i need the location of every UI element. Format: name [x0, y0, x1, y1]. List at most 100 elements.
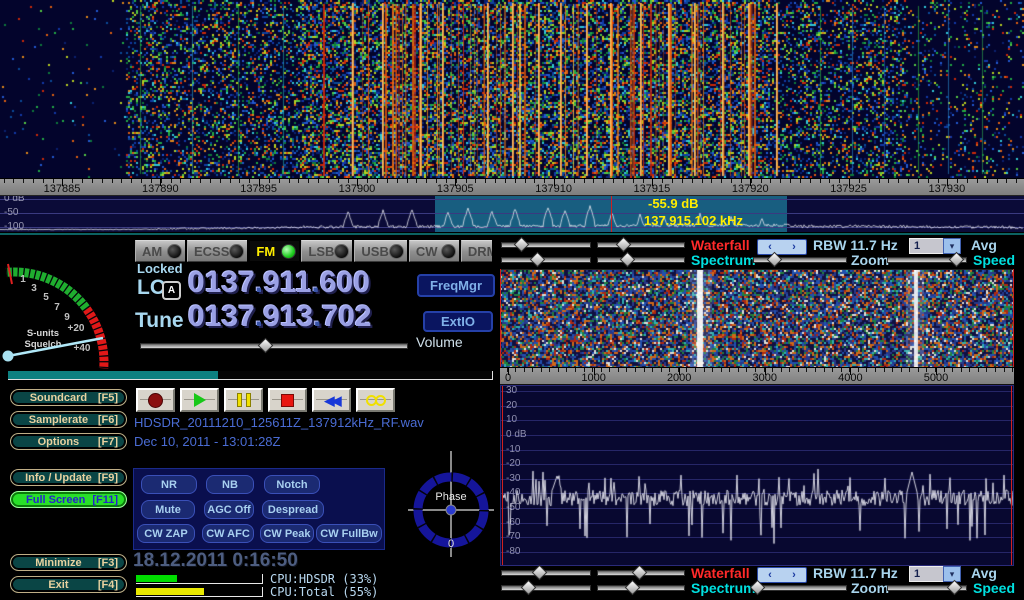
menu-exit-button[interactable]: Exit[F4]: [10, 576, 127, 593]
dsp-mute-button[interactable]: Mute: [141, 500, 195, 519]
spectrum-tab[interactable]: Spectrum: [691, 580, 756, 596]
spectrum-brightness-slider[interactable]: [501, 582, 591, 594]
frequency-ruler[interactable]: 1378851378901378951379001379051379101379…: [0, 178, 1024, 196]
spectrum-contrast-slider-track[interactable]: [597, 585, 685, 591]
zoom-slider-thumb[interactable]: [750, 580, 766, 596]
spectrum-tab[interactable]: Spectrum: [691, 252, 756, 268]
speed-slider-thumb[interactable]: [947, 580, 963, 596]
dsp-notch-button[interactable]: Notch: [264, 475, 320, 494]
tune-cursor[interactable]: [611, 196, 612, 232]
tune-frequency[interactable]: 0137.913.702: [188, 300, 372, 334]
freqmgr-button[interactable]: FreqMgr: [417, 274, 495, 297]
rbw-spinner[interactable]: ‹›: [757, 567, 807, 583]
dsp-nb-button[interactable]: NB: [206, 475, 254, 494]
spectrum-brightness-slider-track[interactable]: [501, 585, 591, 591]
waterfall-tab[interactable]: Waterfall: [691, 565, 750, 581]
mode-lsb-button[interactable]: LSB: [301, 240, 352, 262]
main-spectrum-display[interactable]: 0 dB-50-100 -55.9 dB 137.915.102 kHz: [0, 196, 1024, 232]
mode-usb-button[interactable]: USB: [354, 240, 406, 262]
menu-full-screen-button[interactable]: Full Screen[F11]: [10, 491, 127, 508]
spinner-right-arrow-icon[interactable]: ›: [792, 570, 796, 581]
extio-button[interactable]: ExtIO: [423, 311, 493, 332]
zoom-slider-thumb[interactable]: [767, 252, 783, 268]
waterfall-contrast-slider[interactable]: [597, 239, 685, 251]
mode-am-button[interactable]: AM: [135, 240, 185, 262]
menu-minimize-button[interactable]: Minimize[F3]: [10, 554, 127, 571]
pause-button[interactable]: [224, 388, 263, 412]
dsp-nr-button[interactable]: NR: [141, 475, 197, 494]
progress-fill: [8, 371, 218, 379]
cpu-hdsdr-label: CPU:HDSDR (33%): [270, 572, 378, 586]
spectrum-brightness-slider[interactable]: [501, 254, 591, 266]
menu-button-label: Soundcard: [19, 392, 98, 404]
menu-info-update-button[interactable]: Info / Update[F9]: [10, 469, 127, 486]
dsp-despread-button[interactable]: Despread: [262, 500, 324, 519]
spinner-right-arrow-icon[interactable]: ›: [792, 242, 796, 253]
volume-slider-track[interactable]: [140, 343, 408, 349]
zoom-slider[interactable]: [753, 582, 847, 594]
play-button[interactable]: [180, 388, 219, 412]
squelch-needle-pivot[interactable]: [3, 351, 14, 362]
waterfall-contrast-slider-thumb[interactable]: [616, 237, 632, 253]
speed-slider[interactable]: [887, 582, 967, 594]
zoom-slider[interactable]: [753, 254, 847, 266]
dsp-panel: NR NB Notch Mute AGC Off Despread CW ZAP CW AFC…: [133, 468, 385, 550]
waterfall-contrast-slider-track[interactable]: [597, 242, 685, 248]
zoom-slider-track[interactable]: [753, 585, 847, 591]
spectrum-contrast-slider-thumb[interactable]: [620, 252, 636, 268]
lo-frequency[interactable]: 0137.911.600: [188, 266, 370, 300]
mode-button-label: LSB: [308, 244, 334, 259]
waterfall-brightness-slider-thumb[interactable]: [532, 565, 548, 581]
waterfall-tab[interactable]: Waterfall: [691, 237, 750, 253]
ruler-tick: [92, 179, 93, 183]
loop-button[interactable]: [356, 388, 395, 412]
spectrum-contrast-slider-track[interactable]: [597, 257, 685, 263]
menu-options-button[interactable]: Options[F7]: [10, 433, 127, 450]
spectrum-trace: [0, 196, 1024, 232]
ruler-tick: [969, 368, 970, 372]
speed-slider[interactable]: [887, 254, 967, 266]
waterfall-contrast-slider[interactable]: [597, 567, 685, 579]
dsp-cw-fullbw-button[interactable]: CW FullBw: [316, 524, 382, 543]
spectrum-contrast-slider[interactable]: [597, 254, 685, 266]
dsp-cw-afc-button[interactable]: CW AFC: [202, 524, 254, 543]
spinner-left-arrow-icon[interactable]: ‹: [768, 570, 772, 581]
stop-button[interactable]: [268, 388, 307, 412]
waterfall-contrast-slider-thumb[interactable]: [632, 565, 648, 581]
volume-slider[interactable]: [140, 340, 408, 352]
mode-fm-button[interactable]: FM: [249, 240, 299, 262]
dsp-agc-off-button[interactable]: AGC Off: [204, 500, 254, 519]
menu-samplerate-button[interactable]: Samplerate[F6]: [10, 411, 127, 428]
rewind-button[interactable]: ◀◀: [312, 388, 351, 412]
playback-progress-bar[interactable]: [8, 371, 493, 380]
spectrum-brightness-slider-thumb[interactable]: [530, 252, 546, 268]
record-button[interactable]: [136, 388, 175, 412]
lo-lock-button[interactable]: A: [162, 281, 181, 300]
waterfall-brightness-slider[interactable]: [501, 567, 591, 579]
s-meter[interactable]: 13579+20+40 S-units Squelch: [0, 244, 130, 372]
rbw-spinner[interactable]: ‹›: [757, 239, 807, 255]
waterfall-brightness-slider[interactable]: [501, 239, 591, 251]
avg-dropdown[interactable]: 1▾: [909, 238, 961, 254]
main-waterfall-display[interactable]: [0, 0, 1024, 178]
volume-slider-thumb[interactable]: [258, 338, 274, 354]
zoom-spectrum-display[interactable]: 3020100 dB-10-20-30-40-50-60-70-80: [500, 385, 1014, 566]
spinner-left-arrow-icon[interactable]: ‹: [768, 242, 772, 253]
spectrum-brightness-slider-track[interactable]: [501, 257, 591, 263]
menu-soundcard-button[interactable]: Soundcard[F5]: [10, 389, 127, 406]
mode-drm-button[interactable]: DRM: [461, 240, 492, 262]
spectrum-brightness-slider-thumb[interactable]: [521, 580, 537, 596]
chevron-down-icon[interactable]: ▾: [943, 566, 961, 582]
mode-ecss-button[interactable]: ECSS: [187, 240, 247, 262]
chevron-down-icon[interactable]: ▾: [943, 238, 961, 254]
zoom-frequency-ruler[interactable]: 010002000300040005000: [500, 367, 1014, 385]
spectrum-contrast-slider[interactable]: [597, 582, 685, 594]
zoom-spectrum-trace: [502, 386, 1014, 566]
dsp-cw-zap-button[interactable]: CW ZAP: [137, 524, 195, 543]
spectrum-contrast-slider-thumb[interactable]: [625, 580, 641, 596]
mode-cw-button[interactable]: CW: [409, 240, 459, 262]
zoom-waterfall-display[interactable]: [500, 269, 1014, 368]
speed-slider-thumb[interactable]: [949, 252, 965, 268]
dsp-cw-peak-button[interactable]: CW Peak: [260, 524, 314, 543]
waterfall-brightness-slider-thumb[interactable]: [514, 237, 530, 253]
